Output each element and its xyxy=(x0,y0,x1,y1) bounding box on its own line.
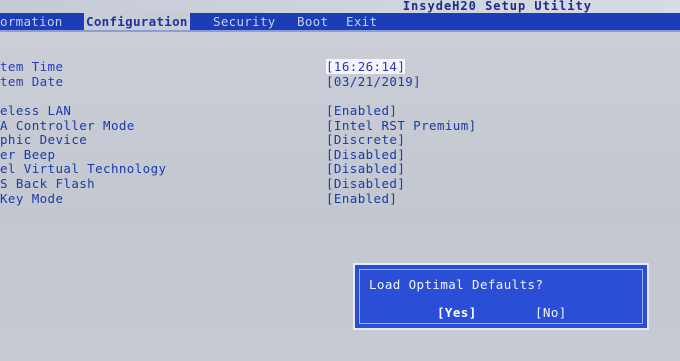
tab-information[interactable]: ormation xyxy=(0,13,63,30)
setting-row-system-date[interactable]: tem Date [03/21/2019] xyxy=(0,74,680,89)
setting-value-time[interactable]: [16:26:14] xyxy=(326,59,406,74)
setting-label: eless LAN xyxy=(0,103,72,118)
setting-row-power-beep[interactable]: er Beep [Disabled] xyxy=(0,147,680,162)
title-bar: InsydeH20 Setup Utility xyxy=(0,0,680,13)
setting-row-system-time[interactable]: tem Time [16:26:14] xyxy=(0,59,680,74)
setting-label: el Virtual Technology xyxy=(0,161,167,176)
setting-row-graphic-device[interactable]: phic Device [Discrete] xyxy=(0,132,680,147)
setting-label: Key Mode xyxy=(0,191,64,206)
tab-security[interactable]: Security xyxy=(213,13,276,30)
setting-row-bios-back-flash[interactable]: S Back Flash [Disabled] xyxy=(0,176,680,191)
setting-row-sata-mode[interactable]: A Controller Mode [Intel RST Premium] xyxy=(0,118,680,133)
tab-boot[interactable]: Boot xyxy=(297,13,328,30)
setting-value[interactable]: [Disabled] xyxy=(326,147,405,162)
tab-configuration[interactable]: Configuration xyxy=(84,13,190,30)
setting-value-date[interactable]: [03/21/2019] xyxy=(326,74,421,89)
setting-value[interactable]: [Enabled] xyxy=(326,103,397,118)
setting-value[interactable]: [Intel RST Premium] xyxy=(326,118,477,133)
setting-label: A Controller Mode xyxy=(0,118,135,133)
menu-bar: ormation Configuration Security Boot Exi… xyxy=(0,13,680,30)
setting-label: er Beep xyxy=(0,147,56,162)
setting-row-intel-vt[interactable]: el Virtual Technology [Disabled] xyxy=(0,161,680,176)
setting-label: S Back Flash xyxy=(0,176,96,191)
setting-value[interactable]: [Enabled] xyxy=(326,191,397,206)
setting-row-wireless-lan[interactable]: eless LAN [Enabled] xyxy=(0,103,680,118)
setting-value[interactable]: [Disabled] xyxy=(326,176,405,191)
tab-exit[interactable]: Exit xyxy=(346,13,377,30)
setting-label: phic Device xyxy=(0,132,88,147)
dialog-message: Load Optimal Defaults? xyxy=(369,277,544,292)
yes-button[interactable]: [Yes] xyxy=(437,305,477,320)
setting-label: tem Date xyxy=(0,74,64,89)
setting-row-hotkey-mode[interactable]: Key Mode [Enabled] xyxy=(0,191,680,206)
setting-label: tem Time xyxy=(0,59,64,74)
no-button[interactable]: [No] xyxy=(535,305,567,320)
load-defaults-dialog: Load Optimal Defaults? [Yes] [No] xyxy=(353,263,649,330)
app-title: InsydeH20 Setup Utility xyxy=(402,0,592,13)
setting-value[interactable]: [Disabled] xyxy=(326,161,405,176)
setting-value[interactable]: [Discrete] xyxy=(326,132,405,147)
